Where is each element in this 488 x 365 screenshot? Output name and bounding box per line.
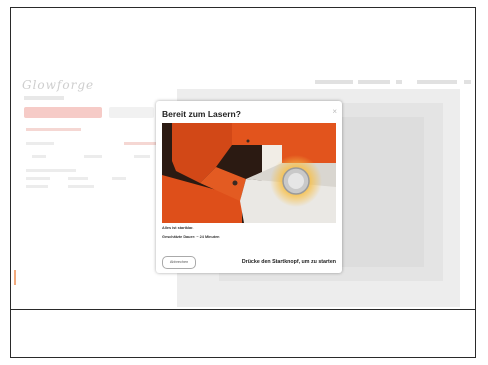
settings-row[interactable]: [134, 155, 150, 158]
settings-row: [26, 142, 54, 145]
settings-row: [68, 185, 94, 188]
duration-line: Geschätzte Dauer: ~ 24 Minuten: [162, 235, 220, 239]
top-nav-icon[interactable]: [464, 80, 471, 84]
settings-row: [124, 142, 160, 145]
top-nav-link[interactable]: [358, 80, 390, 84]
dialog-footer: Abbrechen Drücke den Startknopf, um zu s…: [156, 251, 342, 273]
primary-action-button[interactable]: [24, 107, 102, 118]
start-hint: Drücke den Startknopf, um zu starten: [241, 259, 336, 265]
top-nav-link[interactable]: [315, 80, 353, 84]
secondary-action-button[interactable]: [109, 107, 154, 118]
frame-divider: [11, 309, 475, 310]
machine-photo: [162, 123, 336, 223]
settings-row[interactable]: [32, 155, 46, 158]
top-nav-icon[interactable]: [396, 80, 402, 84]
settings-row: [26, 177, 50, 180]
settings-row: [112, 177, 126, 180]
settings-row: [26, 185, 48, 188]
settings-row: [26, 128, 81, 131]
screw-icon: [232, 180, 238, 186]
settings-row: [26, 169, 76, 172]
cancel-button[interactable]: Abbrechen: [162, 256, 196, 269]
laser-cutter-illustration: [162, 123, 336, 223]
close-icon[interactable]: ×: [332, 107, 337, 116]
settings-row: [68, 177, 88, 180]
material-color-swatch: [14, 270, 16, 285]
top-nav-link[interactable]: [417, 80, 457, 84]
ready-to-laser-dialog: Bereit zum Lasern? × Alles ist startklar…: [156, 101, 342, 273]
app-logo: Glowforge: [22, 78, 95, 92]
status-line: Alles ist startklar.: [162, 226, 194, 230]
dialog-title: Bereit zum Lasern?: [162, 109, 241, 119]
screw-icon: [246, 139, 250, 143]
app-subtitle-placeholder: [24, 96, 64, 100]
settings-row[interactable]: [84, 155, 102, 158]
